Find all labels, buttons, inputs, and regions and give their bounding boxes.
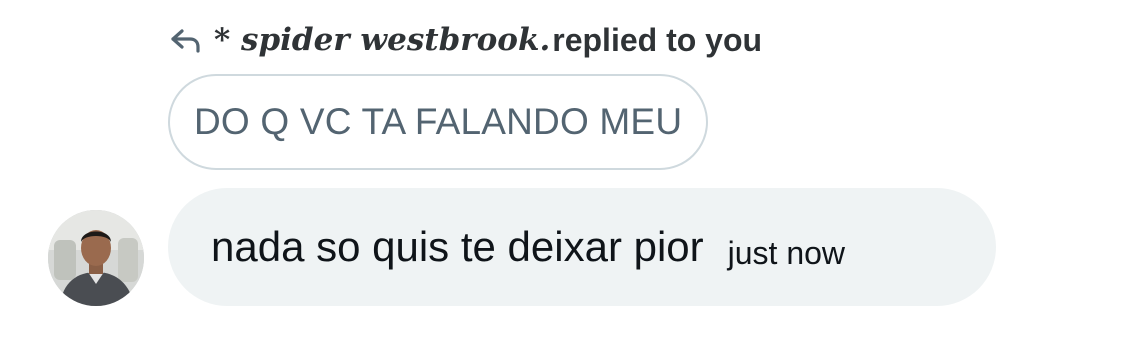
quoted-message-bubble[interactable]: DO Q VC TA FALANDO MEU <box>168 74 709 170</box>
reply-context: * spider westbrook. replied to you <box>168 18 762 62</box>
message-bubble[interactable]: nada so quis te deixar pior just now <box>168 188 996 306</box>
reply-action-text: replied to you <box>552 21 763 58</box>
message-text: nada so quis te deixar pior <box>211 223 704 270</box>
avatar[interactable] <box>48 210 144 306</box>
quoted-message-text: DO Q VC TA FALANDO MEU <box>194 101 683 142</box>
reply-sender-name[interactable]: * spider westbrook. <box>214 22 550 58</box>
message-timestamp: just now <box>727 234 846 271</box>
reply-arrow-icon <box>168 23 202 57</box>
